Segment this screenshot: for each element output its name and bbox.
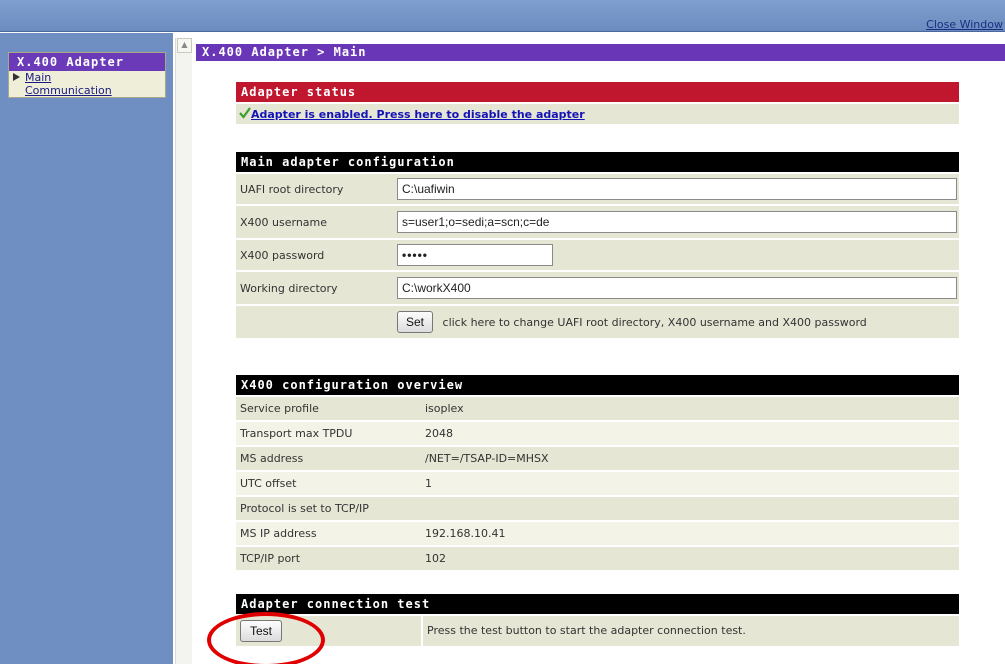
config-row: Working directory C:\workX400 <box>236 272 959 304</box>
table-row: Protocol is set to TCP/IP <box>236 497 959 520</box>
config-row: X400 password ••••• <box>236 240 959 270</box>
scroll-up-arrow-icon[interactable]: ▲ <box>177 38 192 53</box>
section-title: Adapter status <box>236 82 959 102</box>
row-label: MS IP address <box>236 522 421 545</box>
sidebar-item-communication[interactable]: Communication <box>9 84 165 97</box>
test-hint-text: Press the test button to start the adapt… <box>423 616 959 646</box>
row-value: 2048 <box>421 422 959 445</box>
field-label: UAFI root directory <box>236 174 391 204</box>
row-label: Service profile <box>236 397 421 420</box>
overview-section: X400 configuration overview Service prof… <box>236 375 959 572</box>
row-value: isoplex <box>421 397 959 420</box>
config-row: X400 username s=user1;o=sedi;a=scn;c=de <box>236 206 959 238</box>
sidebar-item-label[interactable]: Communication <box>25 84 112 97</box>
table-row: MS IP address 192.168.10.41 <box>236 522 959 545</box>
status-row: Adapter is enabled. Press here to disabl… <box>236 102 959 124</box>
table-row: Service profile isoplex <box>236 397 959 420</box>
overview-table: Service profile isoplex Transport max TP… <box>236 395 959 572</box>
row-value: /NET=/TSAP-ID=MHSX <box>421 447 959 470</box>
row-value: 192.168.10.41 <box>421 522 959 545</box>
close-window-link[interactable]: Close Window <box>926 18 1003 31</box>
sidebar: X.400 Adapter Main Communication <box>0 33 173 664</box>
section-title: Main adapter configuration <box>236 152 959 172</box>
test-row: Test Press the test button to start the … <box>236 616 959 646</box>
row-label: UTC offset <box>236 472 421 495</box>
row-label: MS address <box>236 447 421 470</box>
config-table: UAFI root directory C:\uafiwin X400 user… <box>236 172 959 340</box>
field-label: X400 password <box>236 240 391 270</box>
section-title: Adapter connection test <box>236 594 959 614</box>
x400-password-input[interactable]: ••••• <box>397 244 553 266</box>
page-title: X.400 Adapter > Main <box>196 44 1005 61</box>
table-row: TCP/IP port 102 <box>236 547 959 570</box>
row-label: Protocol is set to TCP/IP <box>236 497 421 520</box>
sidebar-menu: X.400 Adapter Main Communication <box>8 52 166 98</box>
working-directory-input[interactable]: C:\workX400 <box>397 277 957 299</box>
field-label: X400 username <box>236 206 391 238</box>
checkmark-icon <box>239 107 251 119</box>
sidebar-title: X.400 Adapter <box>9 53 165 71</box>
section-title: X400 configuration overview <box>236 375 959 395</box>
row-label: TCP/IP port <box>236 547 421 570</box>
top-bar: Close Window <box>0 0 1005 32</box>
adapter-status-section: Adapter status Adapter is enabled. Press… <box>236 82 959 124</box>
disable-adapter-link[interactable]: Adapter is enabled. Press here to disabl… <box>251 108 585 121</box>
row-value: 102 <box>421 547 959 570</box>
table-row: MS address /NET=/TSAP-ID=MHSX <box>236 447 959 470</box>
row-value <box>421 497 959 520</box>
config-row: UAFI root directory C:\uafiwin <box>236 174 959 204</box>
sidebar-item-main[interactable]: Main <box>9 71 165 84</box>
row-label: Transport max TPDU <box>236 422 421 445</box>
config-row: Set click here to change UAFI root direc… <box>236 306 959 338</box>
set-button[interactable]: Set <box>397 311 434 333</box>
selected-arrow-icon <box>13 73 20 81</box>
table-row: UTC offset 1 <box>236 472 959 495</box>
connection-test-section: Adapter connection test Test Press the t… <box>236 594 959 646</box>
field-label: Working directory <box>236 272 391 304</box>
sidebar-item-label[interactable]: Main <box>25 71 51 84</box>
x400-username-input[interactable]: s=user1;o=sedi;a=scn;c=de <box>397 211 957 233</box>
main-config-section: Main adapter configuration UAFI root dir… <box>236 152 959 340</box>
uafi-root-directory-input[interactable]: C:\uafiwin <box>397 178 957 200</box>
table-row: Transport max TPDU 2048 <box>236 422 959 445</box>
set-hint-text: click here to change UAFI root directory… <box>442 315 867 329</box>
row-value: 1 <box>421 472 959 495</box>
vertical-scrollbar[interactable]: ▲ <box>175 38 192 664</box>
highlight-circle <box>207 612 325 664</box>
